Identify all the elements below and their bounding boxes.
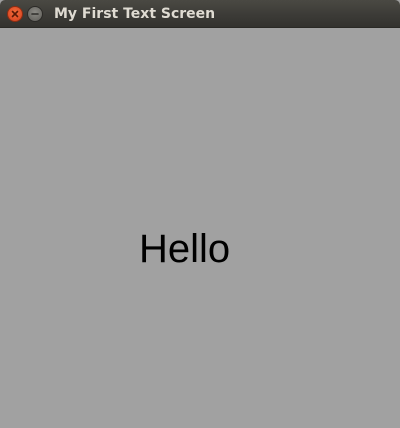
close-button[interactable] xyxy=(7,6,23,22)
window-title: My First Text Screen xyxy=(54,6,216,22)
hello-label: Hello xyxy=(139,227,231,271)
close-icon xyxy=(11,10,19,18)
app-window: My First Text Screen Hello xyxy=(0,0,400,428)
minimize-icon xyxy=(31,13,39,15)
content-area: Hello xyxy=(0,28,400,428)
title-bar[interactable]: My First Text Screen xyxy=(0,0,400,28)
minimize-button[interactable] xyxy=(27,6,43,22)
